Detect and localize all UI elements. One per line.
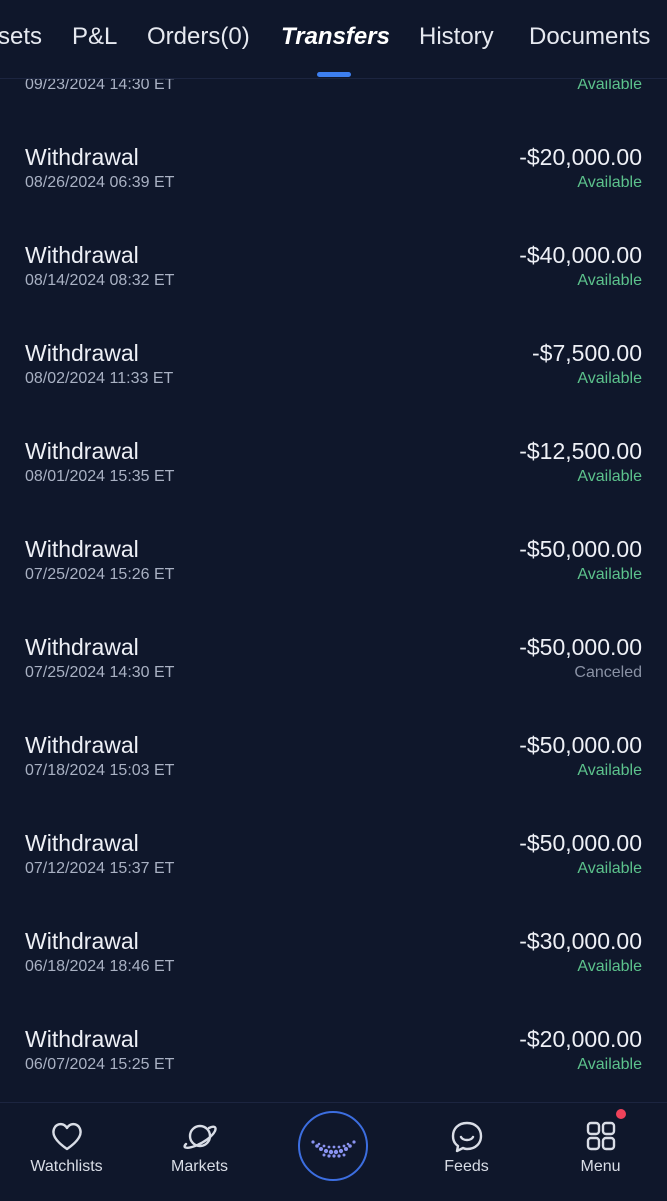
transfer-row[interactable]: Withdrawal 08/14/2024 08:32 ET -$40,000.… [0, 241, 667, 339]
transfer-type: Withdrawal [25, 340, 139, 366]
tab-history[interactable]: History [419, 20, 494, 54]
nav-label: Watchlists [30, 1158, 103, 1175]
transfer-amount: -$20,000.00 [519, 1026, 642, 1052]
tab-transfers[interactable]: Transfers [281, 20, 390, 54]
transfer-date: 08/02/2024 11:33 ET [25, 370, 174, 387]
tab-pnl[interactable]: P&L [72, 20, 117, 54]
transfer-status: Available [577, 370, 642, 387]
nav-menu[interactable]: Menu [534, 1103, 667, 1201]
active-tab-indicator [317, 72, 351, 77]
transfer-row[interactable]: Withdrawal 07/25/2024 14:30 ET -$50,000.… [0, 633, 667, 731]
transfer-row[interactable]: Withdrawal 08/01/2024 15:35 ET -$12,500.… [0, 437, 667, 535]
transfer-status: Available [577, 468, 642, 485]
transfer-date: 08/01/2024 15:35 ET [25, 468, 175, 485]
transfer-status: Canceled [574, 664, 642, 681]
account-tabs: sets P&L Orders(0) Transfers History Doc… [0, 0, 667, 79]
transfer-status: Available [577, 958, 642, 975]
heart-icon [48, 1117, 86, 1155]
chat-smile-icon [448, 1117, 486, 1155]
bottom-nav: Watchlists Markets Feeds Menu [0, 1102, 667, 1201]
transfer-row[interactable]: Withdrawal 08/02/2024 11:33 ET -$7,500.0… [0, 339, 667, 437]
nav-label: Menu [580, 1158, 621, 1175]
transfer-amount: -$7,500.00 [532, 340, 642, 366]
transfer-row[interactable]: Withdrawal 07/18/2024 15:03 ET -$50,000.… [0, 731, 667, 829]
transfer-row[interactable]: Withdrawal 07/25/2024 15:26 ET -$50,000.… [0, 535, 667, 633]
transfer-type: Withdrawal [25, 144, 139, 170]
transfer-status: Available [577, 1056, 642, 1073]
transfer-row[interactable]: Withdrawal 07/12/2024 15:37 ET -$50,000.… [0, 829, 667, 927]
transfer-type: Withdrawal [25, 438, 139, 464]
transfer-amount: -$50,000.00 [519, 634, 642, 660]
transfer-type: Withdrawal [25, 242, 139, 268]
center-logo-button[interactable] [298, 1111, 368, 1181]
transfer-date: 08/14/2024 08:32 ET [25, 272, 175, 289]
transfer-status: Available [577, 174, 642, 191]
transfer-row[interactable]: Withdrawal 08/26/2024 06:39 ET -$20,000.… [0, 143, 667, 241]
transfer-type: Withdrawal [25, 1026, 139, 1052]
transfer-date: 06/07/2024 15:25 ET [25, 1056, 175, 1073]
nav-feeds[interactable]: Feeds [400, 1103, 533, 1201]
tab-assets[interactable]: sets [0, 20, 42, 54]
transfer-row[interactable]: Withdrawal 06/07/2024 15:25 ET -$20,000.… [0, 1025, 667, 1102]
nav-label: Markets [171, 1158, 228, 1175]
planet-icon [181, 1117, 219, 1155]
transfer-type: Withdrawal [25, 732, 139, 758]
transfer-status: Available [577, 762, 642, 779]
transfer-amount: -$50,000.00 [519, 536, 642, 562]
transfer-amount: -$30,000.00 [519, 928, 642, 954]
center-logo-icon [300, 1113, 366, 1179]
transfer-date: 07/25/2024 15:26 ET [25, 566, 175, 583]
transfer-type: Withdrawal [25, 634, 139, 660]
transfer-row[interactable]: Withdrawal 06/18/2024 18:46 ET -$30,000.… [0, 927, 667, 1025]
transfer-date: 08/26/2024 06:39 ET [25, 174, 175, 191]
nav-label: Feeds [444, 1158, 489, 1175]
transfer-amount: -$50,000.00 [519, 732, 642, 758]
transfer-date: 07/12/2024 15:37 ET [25, 860, 175, 877]
nav-watchlists[interactable]: Watchlists [0, 1103, 133, 1201]
transfer-type: Withdrawal [25, 830, 139, 856]
transfer-type: Withdrawal [25, 928, 139, 954]
transfer-amount: -$12,500.00 [519, 438, 642, 464]
transfer-status: Available [577, 566, 642, 583]
transfer-type: Withdrawal [25, 536, 139, 562]
transfer-date: 07/25/2024 14:30 ET [25, 664, 175, 681]
nav-markets[interactable]: Markets [133, 1103, 266, 1201]
transfer-date: 06/18/2024 18:46 ET [25, 958, 175, 975]
transfer-status: Available [577, 860, 642, 877]
tab-documents[interactable]: Documents [529, 20, 650, 54]
transfer-date: 07/18/2024 15:03 ET [25, 762, 175, 779]
transfer-amount: -$50,000.00 [519, 830, 642, 856]
tab-orders[interactable]: Orders(0) [147, 20, 250, 54]
transfer-amount: -$20,000.00 [519, 144, 642, 170]
notification-badge [616, 1109, 626, 1119]
transfers-list[interactable]: 09/23/2024 14:30 ET Available Withdrawal… [0, 0, 667, 1102]
transfer-status: Available [577, 272, 642, 289]
transfer-amount: -$40,000.00 [519, 242, 642, 268]
grid-icon [582, 1117, 620, 1155]
